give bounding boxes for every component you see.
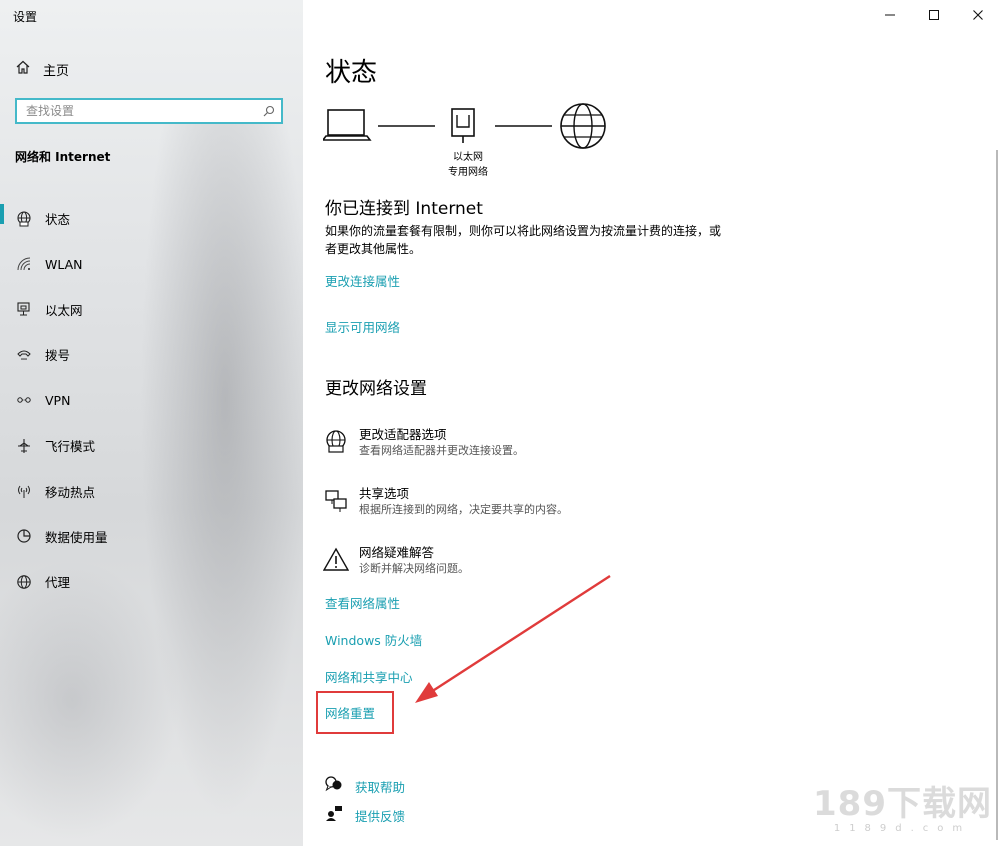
search-box[interactable] [15, 98, 283, 124]
option-title: 网络疑难解答 [359, 545, 435, 560]
change-network-settings-heading: 更改网络设置 [325, 379, 427, 399]
network-type: 专用网络 [448, 167, 488, 178]
hotspot-icon [15, 482, 33, 500]
ethernet-icon [15, 300, 33, 318]
proxy-globe-icon [15, 573, 33, 591]
help-chat-icon [325, 776, 343, 796]
option-subtitle: 查看网络适配器并更改连接设置。 [359, 444, 524, 457]
close-icon [973, 10, 983, 20]
adapter-options-item[interactable]: 更改适配器选项 查看网络适配器并更改连接设置。 [323, 427, 524, 459]
home-icon [15, 59, 31, 79]
sidebar-item-dialup[interactable]: 拨号 [0, 332, 303, 377]
minimize-button[interactable] [868, 0, 912, 30]
sharing-options-item[interactable]: 共享选项 根据所连接到的网络，决定要共享的内容。 [323, 486, 568, 518]
feedback-person-icon [325, 805, 343, 825]
change-connection-properties-link[interactable]: 更改连接属性 [325, 271, 400, 290]
get-help-link[interactable]: 获取帮助 [355, 777, 405, 796]
network-sharing-center-link[interactable]: 网络和共享中心 [325, 667, 413, 686]
watermark-main: 189下载网 [813, 784, 992, 824]
close-button[interactable] [956, 0, 1000, 30]
selection-indicator [0, 204, 4, 224]
sidebar-item-label: 状态 [45, 212, 71, 228]
maximize-button[interactable] [912, 0, 956, 30]
sidebar-item-proxy[interactable]: 代理 [0, 559, 303, 604]
sidebar-item-label: 代理 [45, 575, 71, 591]
windows-firewall-link[interactable]: Windows 防火墙 [325, 630, 422, 649]
connected-description: 如果你的流量套餐有限制，则你可以将此网络设置为按流量计费的连接，或者更改其他属性… [325, 224, 722, 256]
home-nav-item[interactable]: 主页 [15, 58, 69, 80]
sidebar-item-label: VPN [45, 392, 71, 408]
view-network-properties-link[interactable]: 查看网络属性 [325, 593, 400, 612]
sidebar-item-vpn[interactable]: VPN [0, 378, 303, 423]
search-input[interactable] [26, 104, 246, 118]
window-title: 设置 [13, 10, 38, 24]
sidebar-item-hotspot[interactable]: 移动热点 [0, 468, 303, 513]
home-label: 主页 [43, 63, 70, 79]
option-subtitle: 诊断并解决网络问题。 [359, 562, 469, 575]
scrollbar[interactable] [996, 150, 998, 840]
internet-globe-icon [560, 103, 606, 149]
sidebar: 设置 主页 网络和 Internet 状态 WLAN [0, 0, 303, 846]
sidebar-item-label: 以太网 [45, 302, 83, 318]
sidebar-item-data-usage[interactable]: 数据使用量 [0, 514, 303, 559]
vpn-icon [15, 391, 33, 409]
dialup-icon [15, 346, 33, 364]
maximize-icon [929, 10, 939, 20]
main-content: 状态 以太网 专用网络 你已连接到 Internet 如果你的流量套餐有限制，则… [303, 0, 1000, 846]
watermark-sub: 1189d.com [833, 823, 972, 834]
sidebar-item-ethernet[interactable]: 以太网 [0, 287, 303, 332]
wifi-icon [15, 255, 33, 273]
page-title: 状态 [325, 58, 378, 88]
connected-heading: 你已连接到 Internet [325, 199, 483, 219]
sidebar-item-label: 数据使用量 [45, 529, 108, 545]
sidebar-item-label: 移动热点 [45, 484, 96, 500]
laptop-icon [323, 109, 372, 141]
option-subtitle: 根据所连接到的网络，决定要共享的内容。 [359, 503, 568, 516]
show-available-networks-link[interactable]: 显示可用网络 [325, 317, 400, 336]
sidebar-item-airplane[interactable]: 飞行模式 [0, 423, 303, 468]
sidebar-item-label: 拨号 [45, 348, 71, 364]
ethernet-adapter-icon [451, 108, 475, 143]
sidebar-item-wlan[interactable]: WLAN [0, 241, 303, 286]
annotation-highlight-box [316, 691, 394, 734]
search-icon[interactable] [263, 102, 275, 121]
get-help-item[interactable]: 获取帮助 [325, 776, 405, 796]
troubleshoot-item[interactable]: 网络疑难解答 诊断并解决网络问题。 [322, 545, 469, 577]
watermark: 189下载网 1189d.com [813, 776, 992, 834]
minimize-icon [885, 14, 895, 16]
globe-status-icon [15, 210, 33, 228]
diagram-caption: 以太网 专用网络 [433, 150, 503, 180]
sidebar-nav: 状态 WLAN 以太网 拨号 VPN 飞行模式 移动热点 数据使用量 代理 [0, 196, 303, 605]
option-title: 共享选项 [359, 486, 410, 501]
sidebar-item-status[interactable]: 状态 [0, 196, 303, 241]
option-title: 更改适配器选项 [359, 427, 447, 442]
window-controls [868, 0, 1000, 30]
warning-icon [322, 547, 350, 573]
adapter-globe-icon [323, 429, 349, 455]
adapter-name: 以太网 [453, 152, 483, 163]
sidebar-item-label: 飞行模式 [45, 439, 96, 455]
section-title: 网络和 Internet [15, 150, 111, 164]
data-usage-icon [15, 527, 33, 545]
sidebar-item-label: WLAN [45, 256, 83, 272]
give-feedback-link[interactable]: 提供反馈 [355, 806, 405, 825]
airplane-icon [15, 437, 33, 455]
give-feedback-item[interactable]: 提供反馈 [325, 805, 405, 825]
sharing-icon [323, 488, 349, 514]
